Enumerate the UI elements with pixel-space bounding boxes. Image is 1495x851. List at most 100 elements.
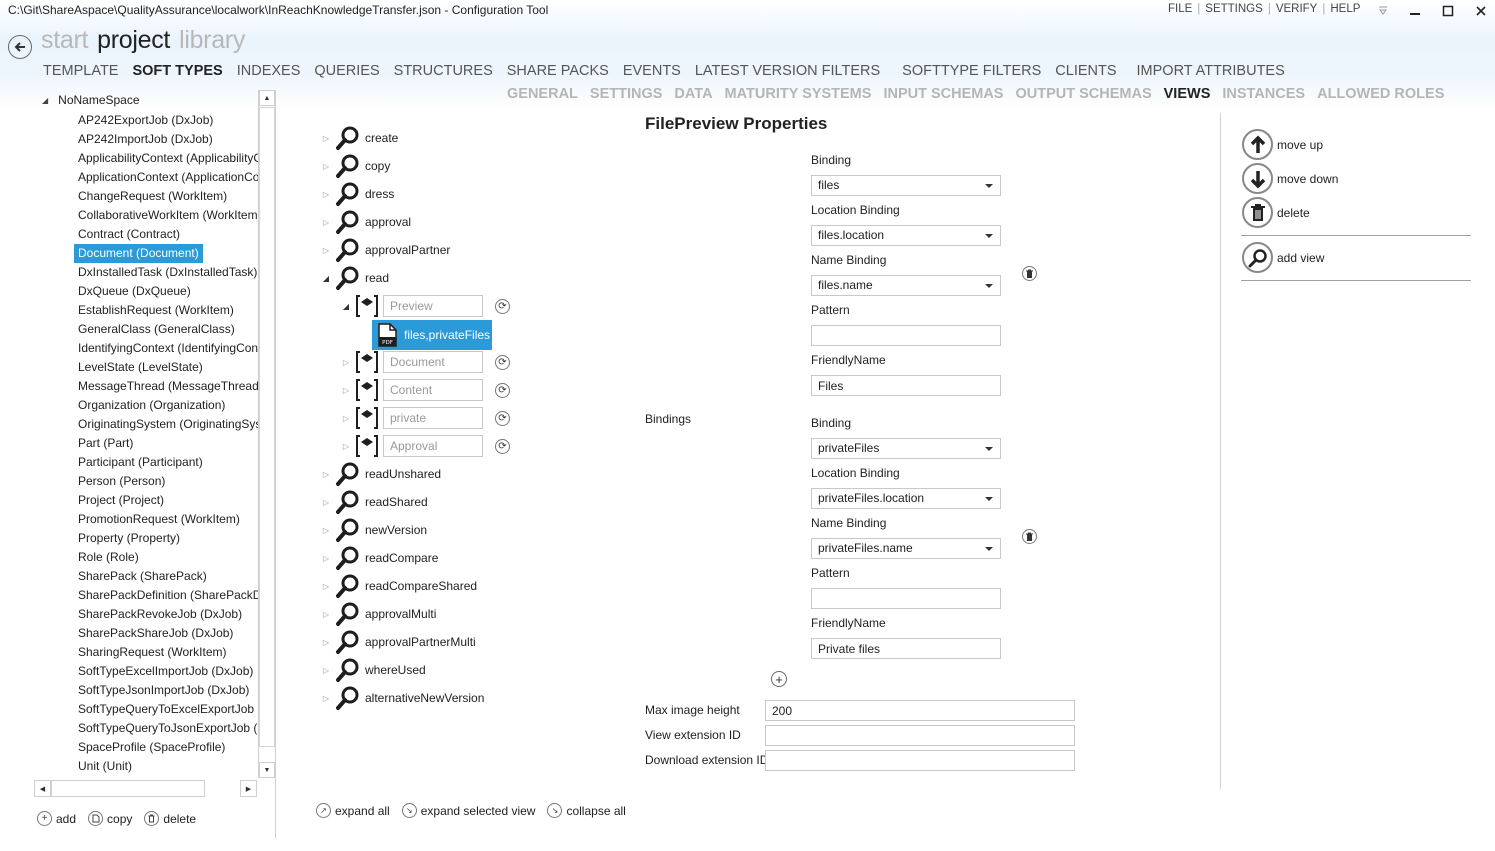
collapsed-triangle-icon[interactable]: ▷	[318, 470, 334, 479]
collapsed-triangle-icon[interactable]: ▷	[318, 246, 334, 255]
soft-type-item[interactable]: PromotionRequest (WorkItem)	[74, 510, 244, 529]
section-name-input[interactable]	[383, 407, 483, 429]
binding-select[interactable]: files	[811, 175, 1001, 196]
soft-type-item[interactable]: SoftTypeJsonImportJob (DxJob)	[74, 681, 253, 700]
view-item[interactable]: ▷ newVersion	[318, 516, 427, 544]
view-item[interactable]: ▷ dress	[318, 180, 394, 208]
soft-type-item[interactable]: CollaborativeWorkItem (WorkItem)	[74, 206, 260, 225]
name-binding-select[interactable]: privateFiles.name	[811, 538, 1001, 559]
tab-clients[interactable]: CLIENTS	[1055, 63, 1116, 79]
expand-all-button[interactable]: ↗ expand all	[316, 803, 390, 818]
subtab-general[interactable]: GENERAL	[507, 86, 578, 102]
view-item[interactable]: ▷ readCompareShared	[318, 572, 477, 600]
soft-type-item[interactable]: Unit (Unit)	[74, 757, 136, 776]
soft-type-item[interactable]: Participant (Participant)	[74, 453, 207, 472]
soft-type-item[interactable]: EstablishRequest (WorkItem)	[74, 301, 238, 320]
nav-start[interactable]: start	[41, 26, 88, 55]
soft-type-item[interactable]: Property (Property)	[74, 529, 184, 548]
view-extension-id-input[interactable]	[765, 725, 1075, 746]
tab-indexes[interactable]: INDEXES	[237, 63, 301, 79]
location-binding-select[interactable]: files.location	[811, 225, 1001, 246]
delete-button[interactable]: delete	[144, 811, 196, 826]
collapsed-triangle-icon[interactable]: ▷	[318, 666, 334, 675]
view-item[interactable]: ◢ read	[318, 264, 389, 292]
view-item[interactable]: ▷ readShared	[318, 488, 428, 516]
scroll-left-button[interactable]: ◀	[34, 780, 51, 797]
subtab-settings[interactable]: SETTINGS	[590, 86, 663, 102]
tab-softtype-filters[interactable]: SOFTTYPE FILTERS	[902, 63, 1041, 79]
tab-template[interactable]: TEMPLATE	[43, 63, 118, 79]
soft-type-item[interactable]: Person (Person)	[74, 472, 169, 491]
view-item[interactable]: ▷ approvalMulti	[318, 600, 436, 628]
tab-soft-types[interactable]: SOFT TYPES	[132, 63, 222, 79]
section-name-input[interactable]	[383, 435, 483, 457]
soft-type-item[interactable]: ApplicationContext (ApplicationContext)	[74, 168, 260, 187]
expanded-triangle-icon[interactable]: ◢	[42, 96, 48, 105]
view-item[interactable]: ▷ alternativeNewVersion	[318, 684, 484, 712]
soft-type-item[interactable]: SharePackRevokeJob (DxJob)	[74, 605, 246, 624]
add-button[interactable]: + add	[37, 811, 76, 826]
refresh-icon[interactable]: ⟳	[495, 410, 510, 426]
collapsed-triangle-icon[interactable]: ▷	[318, 218, 334, 227]
menu-verify[interactable]: VERIFY	[1276, 3, 1318, 15]
soft-type-item[interactable]: SoftTypeQueryToJsonExportJob (DxJob)	[74, 719, 260, 738]
horizontal-scrollbar[interactable]: ◀ ▶	[34, 780, 258, 797]
download-extension-id-input[interactable]	[765, 750, 1075, 771]
section-name-input[interactable]	[383, 379, 483, 401]
subtab-data[interactable]: DATA	[674, 86, 712, 102]
minimize-button[interactable]	[1405, 2, 1425, 20]
scroll-thumb-horizontal[interactable]	[51, 780, 205, 797]
tab-structures[interactable]: STRUCTURES	[394, 63, 493, 79]
soft-type-item[interactable]: DxQueue (DxQueue)	[74, 282, 195, 301]
collapsed-triangle-icon[interactable]: ▷	[318, 526, 334, 535]
view-item[interactable]: ▷ approvalPartner	[318, 236, 450, 264]
soft-type-item[interactable]: Document (Document)	[74, 244, 203, 263]
friendly-name-input[interactable]	[811, 375, 1001, 396]
collapsed-triangle-icon[interactable]: ▷	[318, 554, 334, 563]
move-down-button[interactable]: move down	[1242, 163, 1338, 194]
soft-type-item[interactable]: Role (Role)	[74, 548, 143, 567]
soft-type-item[interactable]: ApplicabilityContext (ApplicabilityConte…	[74, 149, 260, 168]
refresh-icon[interactable]: ⟳	[495, 354, 510, 370]
collapsed-triangle-icon[interactable]: ▷	[318, 134, 334, 143]
view-item[interactable]: ▷ copy	[318, 152, 390, 180]
location-binding-select[interactable]: privateFiles.location	[811, 488, 1001, 509]
back-button[interactable]	[8, 35, 32, 59]
expanded-triangle-icon[interactable]: ◢	[318, 274, 334, 283]
tab-import-attributes[interactable]: IMPORT ATTRIBUTES	[1137, 63, 1285, 79]
add-binding-button[interactable]: +	[771, 671, 787, 687]
soft-type-item[interactable]: AP242ImportJob (DxJob)	[74, 130, 217, 149]
collapsed-triangle-icon[interactable]: ▷	[338, 442, 354, 451]
collapse-all-button[interactable]: ↘ collapse all	[547, 803, 626, 818]
scroll-down-button[interactable]: ▼	[259, 762, 275, 778]
subtab-views[interactable]: VIEWS	[1164, 86, 1211, 102]
pattern-input[interactable]	[811, 325, 1001, 346]
pattern-input[interactable]	[811, 588, 1001, 609]
collapsed-triangle-icon[interactable]: ▷	[338, 358, 354, 367]
friendly-name-input[interactable]	[811, 638, 1001, 659]
maximize-button[interactable]	[1438, 2, 1458, 20]
view-item[interactable]: ▷ whereUsed	[318, 656, 426, 684]
binding-select[interactable]: privateFiles	[811, 438, 1001, 459]
collapsed-triangle-icon[interactable]: ▷	[318, 582, 334, 591]
vertical-scrollbar[interactable]: ▲ ▼	[258, 90, 275, 778]
scroll-up-button[interactable]: ▲	[259, 90, 275, 106]
collapsed-triangle-icon[interactable]: ▷	[318, 638, 334, 647]
view-item[interactable]: ▷ create	[318, 124, 398, 152]
subtab-output-schemas[interactable]: OUTPUT SCHEMAS	[1015, 86, 1151, 102]
menu-settings[interactable]: SETTINGS	[1205, 3, 1263, 15]
expand-selected-view-button[interactable]: ↘ expand selected view	[401, 803, 535, 818]
soft-type-item[interactable]: IdentifyingContext (IdentifyingContext)	[74, 339, 260, 358]
add-view-button[interactable]: add view	[1242, 242, 1324, 273]
soft-type-item[interactable]: Contract (Contract)	[74, 225, 184, 244]
refresh-icon[interactable]: ⟳	[495, 298, 510, 314]
soft-type-item[interactable]: SharePackShareJob (DxJob)	[74, 624, 237, 643]
collapsed-triangle-icon[interactable]: ▷	[318, 498, 334, 507]
scroll-thumb[interactable]	[259, 107, 275, 747]
soft-type-item[interactable]: DxInstalledTask (DxInstalledTask)	[74, 263, 260, 282]
subtab-input-schemas[interactable]: INPUT SCHEMAS	[883, 86, 1003, 102]
subtab-allowed-roles[interactable]: ALLOWED ROLES	[1317, 86, 1444, 102]
collapsed-triangle-icon[interactable]: ▷	[338, 386, 354, 395]
soft-type-item[interactable]: LevelState (LevelState)	[74, 358, 207, 377]
soft-type-item[interactable]: Project (Project)	[74, 491, 168, 510]
